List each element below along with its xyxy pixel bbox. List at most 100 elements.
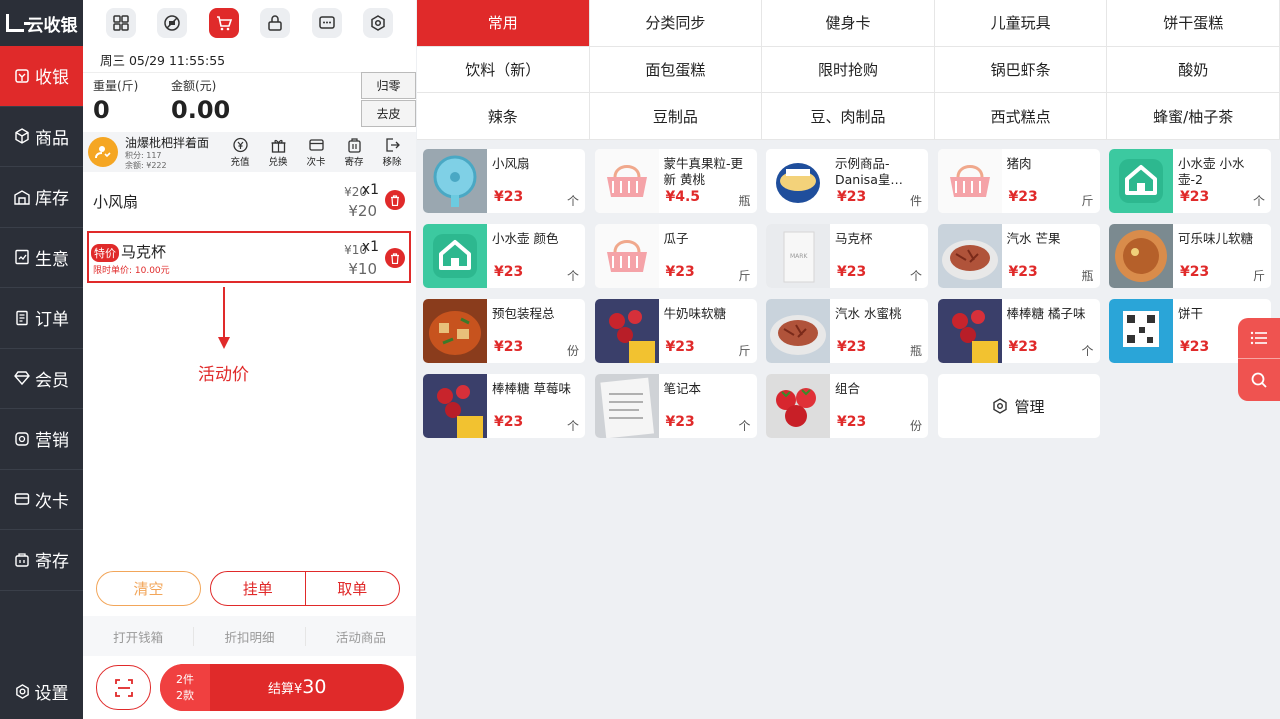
delete-button[interactable] [385,248,405,268]
manage-button[interactable]: 管理 [937,374,1100,438]
category-tab[interactable]: 蜂蜜/柚子茶 [1107,93,1280,140]
product-card[interactable]: 笔记本 ¥23 个 [594,374,757,438]
open-cashbox-button[interactable]: 打开钱箱 [83,626,195,646]
settings-button[interactable] [363,8,394,38]
order-buttons: 挂单 取单 [210,571,400,606]
category-tab[interactable]: 豆制品 [589,93,763,140]
product-card[interactable]: 棒棒糖 橘子味 ¥23 个 [937,299,1100,363]
product-card[interactable]: 小风扇 ¥23 个 [423,149,585,213]
product-card[interactable]: 组合 ¥23 份 [766,374,928,438]
member-info: 油爆枇杷拌着面 积分: 117 余额: ¥222 [125,134,213,171]
cart-item-total: ¥20 [348,202,377,220]
product-card[interactable]: 示例商品-Danisa皇… ¥23 件 [766,149,928,213]
product-image [937,299,1002,363]
product-name: 汽水 水蜜桃 [835,306,902,321]
sale-badge: 特价 [91,244,119,262]
member-action-5[interactable]: 移除 [373,137,411,168]
category-tab[interactable]: 辣条 [417,93,590,140]
product-card[interactable]: 可乐味儿软糖 ¥23 斤 [1109,224,1271,288]
checkout-amount: 30 [302,676,327,698]
cart-item-selected[interactable]: 特价 马克杯 限时单价: 10.00元 ¥10 x1 ¥10 [87,231,411,283]
product-image [423,299,487,363]
category-tab[interactable]: 锅巴虾条 [934,46,1108,94]
category-tab[interactable]: 酸奶 [1107,46,1280,94]
product-card[interactable]: 瓜子 ¥23 斤 [594,224,757,288]
tare-button[interactable]: 去皮 [361,100,416,127]
category-tab[interactable]: 分类同步 [589,0,763,47]
member-action-3[interactable]: 次卡 [297,137,335,168]
floating-actions [1238,318,1280,401]
delete-button[interactable] [385,190,405,210]
category-tab[interactable]: 饼干蛋糕 [1107,0,1280,47]
cart-item[interactable]: 小风扇 ¥20 x1 ¥20 [87,178,411,230]
category-tab[interactable]: 面包蛋糕 [589,46,763,94]
product-unit: 个 [738,419,751,433]
cart-button[interactable] [208,8,239,38]
category-tab[interactable]: 常用 [417,0,590,47]
nav-item-2[interactable]: 商品 [0,107,83,167]
product-unit: 个 [909,269,922,283]
product-unit: 个 [566,419,579,433]
category-tab[interactable]: 西式糕点 [934,93,1108,140]
discount-detail-button[interactable]: 折扣明细 [194,626,306,646]
checkout-button[interactable]: 2件 2款 结算¥30 [160,664,404,711]
retrieve-order-button[interactable]: 取单 [306,572,400,605]
weight-label: 重量(斤) [93,79,139,93]
marketing-icon [14,431,30,447]
nav-item-5[interactable]: 订单 [0,288,83,349]
nav-item-3[interactable]: 库存 [0,167,83,228]
member-points: 积分: 117 [125,150,162,160]
nav-item-settings[interactable]: 设置 [0,663,83,719]
category-tab[interactable]: 限时抢购 [762,46,935,94]
nav-item-4[interactable]: 生意 [0,228,83,288]
product-unit: 件 [909,194,922,208]
lock-button[interactable] [260,8,291,38]
product-card[interactable]: 棒棒糖 草莓味 ¥23 个 [423,374,585,438]
scan-icon [114,678,133,697]
nav-item-8[interactable]: 次卡 [0,470,83,530]
cart-item-qty: x1 [361,239,379,255]
nav-item-6[interactable]: 会员 [0,349,83,409]
product-card[interactable]: 预包装程总 ¥23 份 [423,299,585,363]
category-tab[interactable]: 儿童玩具 [934,0,1108,47]
product-card[interactable]: 蒙牛真果粒-更新 黄桃 ¥4.5 瓶 [594,149,757,213]
nav-item-9[interactable]: 寄存 [0,530,83,591]
cart-item-qty: x1 [361,182,379,198]
list-button[interactable] [1238,318,1280,359]
annotation-arrow [218,287,230,349]
search-button[interactable] [1238,359,1280,400]
category-tab[interactable]: 豆、肉制品 [762,93,935,140]
grid-button[interactable] [105,8,136,38]
cube-icon [14,128,30,145]
product-card[interactable]: 汽水 芒果 ¥23 瓶 [937,224,1100,288]
product-card[interactable]: 牛奶味软糖 ¥23 斤 [594,299,757,363]
member-action-4[interactable]: 寄存 [335,137,373,168]
product-card[interactable]: 小水壶 颜色 ¥23 个 [423,224,585,288]
product-price: ¥23 [494,414,524,430]
scan-button[interactable] [96,665,151,710]
category-tab[interactable]: 健身卡 [762,0,935,47]
member-action-1[interactable]: 充值 [221,137,259,168]
nav-item-label: 库存 [35,189,69,210]
hold-order-button[interactable]: 挂单 [211,572,306,605]
clear-button[interactable]: 清空 [96,571,201,606]
message-button[interactable] [311,8,342,38]
product-card[interactable]: 猪肉 ¥23 斤 [937,149,1100,213]
warehouse-icon [14,189,30,205]
zero-button[interactable]: 归零 [361,72,416,99]
member-action-label: 寄存 [344,156,364,168]
product-image [594,374,659,438]
nav-item-1[interactable]: 收银 [0,46,83,107]
product-card[interactable]: MARK 马克杯 ¥23 个 [766,224,928,288]
cashier-icon [14,68,30,84]
scale-button[interactable] [157,8,188,38]
cart-icon [216,16,232,31]
member-action-2[interactable]: 兑换 [259,137,297,168]
product-card[interactable]: 汽水 水蜜桃 ¥23 瓶 [766,299,928,363]
product-card[interactable]: 小水壶 小水壶-2 ¥23 个 [1109,149,1271,213]
promo-items-button[interactable]: 活动商品 [306,627,416,646]
product-price: ¥23 [837,414,867,430]
nav-item-7[interactable]: 营销 [0,409,83,470]
category-tab[interactable]: 饮料（新） [417,46,590,94]
product-name: 示例商品-Danisa皇… [835,156,903,187]
